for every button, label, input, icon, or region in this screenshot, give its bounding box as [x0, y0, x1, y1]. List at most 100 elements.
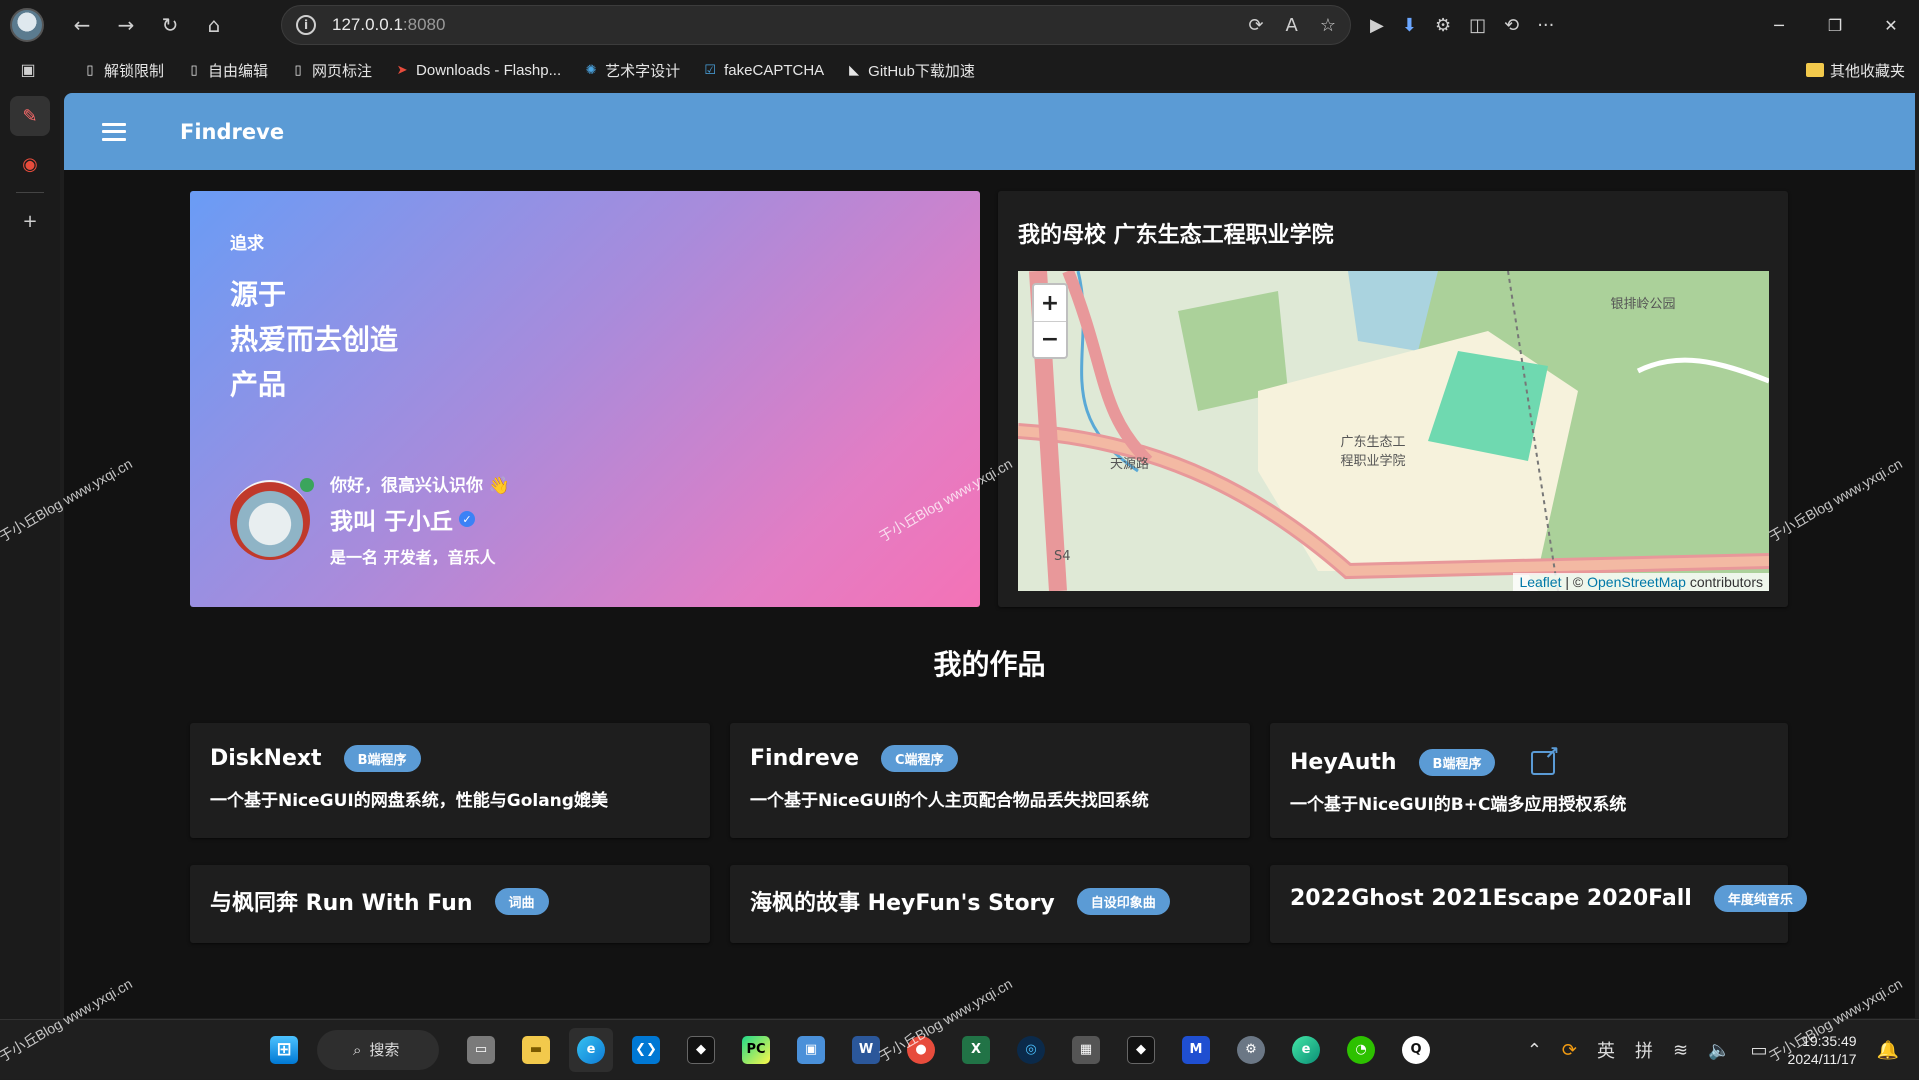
taskbar-app[interactable]: ⚙	[1229, 1028, 1273, 1072]
checkbox-icon: ☑	[704, 62, 716, 77]
taskbar-app[interactable]: ❮❯	[624, 1028, 668, 1072]
avatar	[230, 477, 314, 560]
sidebar-tool-icon[interactable]: ✎	[10, 96, 50, 136]
close-window-icon[interactable]: ✕	[1863, 0, 1919, 50]
restore-icon[interactable]: ❐	[1807, 0, 1863, 50]
taskbar-app[interactable]: ◆	[1119, 1028, 1163, 1072]
work-badge: 自设印象曲	[1076, 887, 1170, 915]
bookmark-item[interactable]: ➤ Downloads - Flashp...	[394, 62, 562, 79]
address-bar[interactable]: i 127.0.0.1:8080 ⟳ A ☆	[281, 5, 1351, 45]
download-icon[interactable]: ⬇	[1402, 15, 1417, 36]
work-desc: 一个基于NiceGUI的个人主页配合物品丢失找回系统	[750, 791, 1149, 811]
bookmark-item[interactable]: ☑ fakeCAPTCHA	[702, 62, 824, 79]
add-sidebar-icon[interactable]: +	[10, 201, 50, 241]
file-explorer-icon: ▬	[522, 1035, 550, 1064]
history-icon[interactable]: ⟲	[1504, 15, 1519, 36]
battery-icon[interactable]: ▭	[1751, 1040, 1768, 1061]
map-zoom-control: + −	[1032, 283, 1068, 359]
site-info-icon[interactable]: i	[296, 15, 316, 35]
bookmark-item[interactable]: ▯ 网页标注	[290, 60, 372, 81]
home-icon[interactable]: ⌂	[192, 3, 236, 47]
sync-icon[interactable]: ⟳	[1562, 1040, 1577, 1061]
other-bookmarks[interactable]: 其他收藏夹	[1805, 50, 1905, 90]
taskbar-app[interactable]: ●	[899, 1028, 943, 1072]
minimize-icon[interactable]: ─	[1751, 0, 1807, 50]
hero-line: 产品	[230, 368, 287, 401]
bookmark-item[interactable]: ▯ 自由编辑	[186, 60, 268, 81]
work-card[interactable]: 海枫的故事 HeyFun's Story 自设印象曲	[730, 865, 1250, 943]
taskbar-app[interactable]: ▭	[459, 1028, 503, 1072]
sidebar-app-icon[interactable]: ◉	[10, 144, 50, 184]
work-card[interactable]: 2022Ghost 2021Escape 2020Fall 年度纯音乐	[1270, 865, 1807, 943]
taskbar-app[interactable]: ▦	[1064, 1028, 1108, 1072]
taskbar-app[interactable]: W	[844, 1028, 888, 1072]
notification-bell-icon[interactable]: 🔔	[1877, 1040, 1899, 1061]
ime-language[interactable]: 英	[1597, 1037, 1615, 1063]
zoom-in-icon[interactable]: +	[1034, 285, 1066, 321]
split-screen-icon[interactable]: ◫	[1469, 15, 1486, 36]
taskbar-app[interactable]: ◎	[1009, 1028, 1053, 1072]
wechat-icon: ◔	[1347, 1035, 1375, 1064]
leaflet-link[interactable]: Leaflet	[1519, 574, 1561, 590]
favorite-star-icon[interactable]: ☆	[1320, 15, 1336, 36]
forward-icon[interactable]: →	[104, 3, 148, 47]
app-blue-icon: M	[1182, 1035, 1210, 1064]
external-link-icon[interactable]	[1531, 743, 1559, 775]
taskbar-app[interactable]: e	[1284, 1028, 1328, 1072]
zoom-out-icon[interactable]: −	[1034, 321, 1066, 357]
work-card[interactable]: DiskNext B端程序 一个基于NiceGUI的网盘系统，性能与Golang媲…	[190, 723, 710, 838]
profile-bio: 是一名 开发者，音乐人	[330, 548, 496, 567]
taskbar-app[interactable]: PC	[734, 1028, 778, 1072]
tab-actions-icon[interactable]: ▣	[10, 52, 46, 88]
taskbar-app[interactable]: X	[954, 1028, 998, 1072]
bookmark-item[interactable]: ✺ 艺术字设计	[583, 60, 680, 81]
ime-mode[interactable]: 拼	[1635, 1037, 1653, 1063]
works-title: 我的作品	[933, 648, 1046, 681]
greeting: 你好，很高兴认识你 👋	[330, 476, 511, 496]
osm-link[interactable]: OpenStreetMap	[1587, 574, 1686, 590]
refresh-icon[interactable]: ↻	[148, 3, 192, 47]
read-aloud-icon[interactable]: A	[1286, 15, 1298, 36]
start-button[interactable]: ⊞	[262, 1028, 306, 1072]
extensions-icon[interactable]: ⚙	[1435, 15, 1451, 36]
taskbar-app[interactable]: ◆	[679, 1028, 723, 1072]
attribution-separator: | ©	[1561, 574, 1588, 590]
app-available-icon[interactable]: ⟳	[1248, 15, 1263, 36]
taskbar-app[interactable]: ◔	[1339, 1028, 1383, 1072]
remote-desktop-icon: ▣	[797, 1035, 825, 1064]
back-icon[interactable]: ←	[60, 3, 104, 47]
bookmark-item[interactable]: ▯ 解锁限制	[82, 60, 164, 81]
play-icon[interactable]: ▶	[1370, 15, 1384, 36]
task-view-icon: ▭	[467, 1035, 495, 1064]
taskbar-app[interactable]: M	[1174, 1028, 1218, 1072]
taskbar-app[interactable]: ▬	[514, 1028, 558, 1072]
menu-icon[interactable]	[102, 122, 126, 141]
work-card[interactable]: HeyAuth B端程序 一个基于NiceGUI的B+C端多应用授权系统	[1270, 723, 1788, 838]
work-name: HeyAuth	[1290, 750, 1397, 775]
work-card[interactable]: 与枫同奔 Run With Fun 词曲	[190, 865, 710, 943]
app-gray-icon: ▦	[1072, 1035, 1100, 1064]
address-url[interactable]: 127.0.0.1:8080	[332, 15, 445, 35]
taskbar-app[interactable]: ▣	[789, 1028, 833, 1072]
wifi-icon[interactable]: ≋	[1673, 1040, 1688, 1061]
tray-overflow-icon[interactable]: ⌃	[1527, 1040, 1542, 1061]
school-map[interactable]: 银排岭公园 广东生态工程职业学院 天源路 S4 + − Leaflet | © …	[1018, 271, 1769, 591]
clock-date: 2024/11/17	[1787, 1051, 1857, 1067]
school-card: 我的母校 广东生态工程职业学院 银排岭公园 广东生态工程职业学院 天源路 S4	[998, 191, 1788, 607]
taskbar-search[interactable]: ⌕ 搜索	[317, 1029, 439, 1070]
search-icon: ⌕	[353, 1040, 362, 1059]
taskbar-app[interactable]: Q	[1394, 1028, 1438, 1072]
bookmark-item[interactable]: ◣ GitHub下载加速	[846, 60, 975, 81]
hero-card: 追求 源于 热爱而去创造 产品 你好，很高兴认识你 👋 我叫 于小丘 ✓ 是一名…	[190, 191, 980, 607]
clock[interactable]: 19:35:49 2024/11/17	[1788, 1032, 1857, 1068]
pycharm-icon: PC	[742, 1035, 770, 1064]
work-desc: 一个基于NiceGUI的网盘系统，性能与Golang媲美	[210, 791, 608, 811]
hero-tag: 追求	[230, 234, 264, 254]
browser-sidebar: ✎ ◉ +	[0, 90, 60, 1020]
bookmark-label: 网页标注	[312, 62, 373, 80]
profile-avatar[interactable]	[10, 8, 44, 42]
work-card[interactable]: Findreve C端程序 一个基于NiceGUI的个人主页配合物品丢失找回系统	[730, 723, 1250, 838]
more-menu-icon[interactable]: ···	[1537, 15, 1554, 36]
volume-icon[interactable]: 🔈	[1708, 1040, 1730, 1061]
taskbar-app[interactable]: e	[569, 1027, 613, 1072]
